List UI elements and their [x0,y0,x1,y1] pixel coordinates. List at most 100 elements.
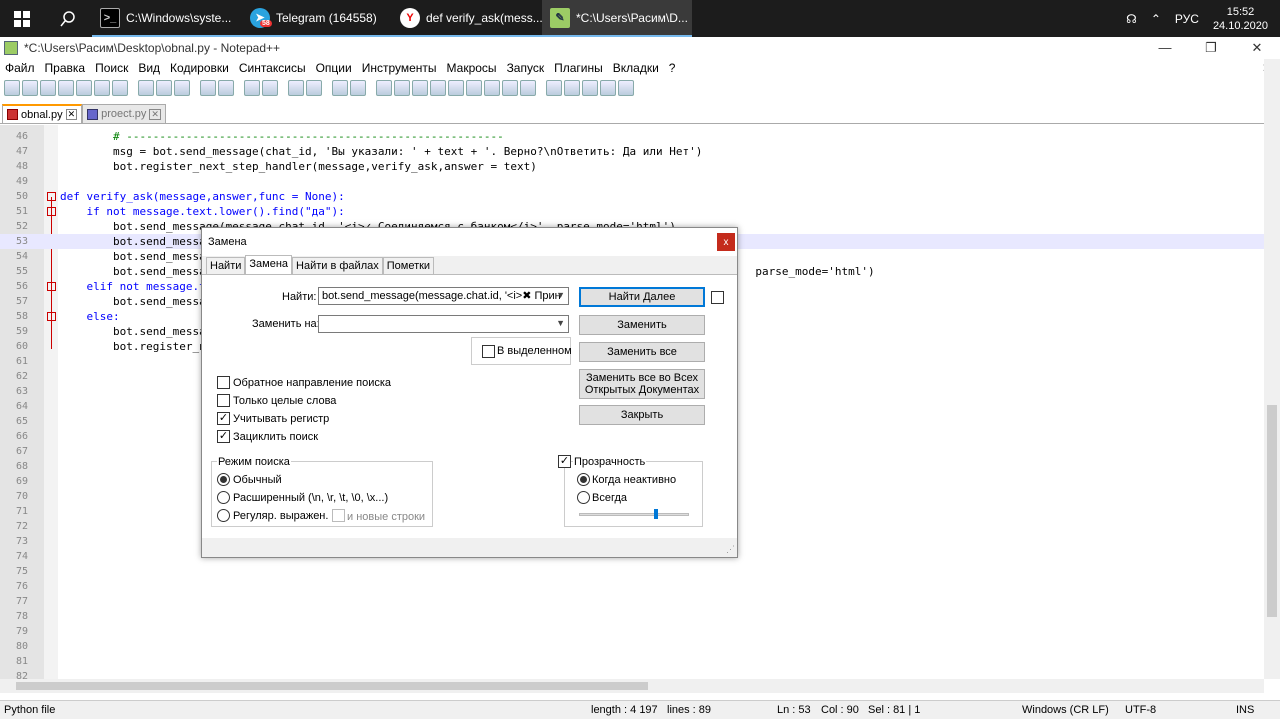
code-line[interactable]: 77 [0,594,1264,609]
vertical-scrollbar[interactable] [1264,59,1280,679]
menu-edit[interactable]: Правка [40,61,91,75]
monitoring-icon[interactable] [520,80,536,96]
language-indicator[interactable]: РУС [1175,12,1199,26]
menu-run[interactable]: Запуск [502,61,550,75]
person-icon[interactable]: ☊ [1126,12,1137,26]
taskbar-item-browser[interactable]: Y def verify_ask(mess... [392,0,542,37]
tab-find-in-files[interactable]: Найти в файлах [292,257,383,274]
menu-search[interactable]: Поиск [90,61,133,75]
doc-switcher-icon[interactable] [502,80,518,96]
code-line[interactable]: 49 [0,174,1264,189]
code-line[interactable]: 78 [0,609,1264,624]
start-button[interactable] [0,0,44,37]
close-window-button[interactable]: ✕ [1234,40,1280,56]
tab-mark[interactable]: Пометки [382,257,435,274]
word-wrap-icon[interactable] [376,80,392,96]
status-eol[interactable]: Windows (CR LF) [1022,704,1109,716]
menu-tools[interactable]: Инструменты [357,61,442,75]
zoom-out-icon[interactable] [306,80,322,96]
save-macro-icon[interactable] [618,80,634,96]
play-macro-icon[interactable] [582,80,598,96]
mode-regex-radio[interactable] [217,509,230,522]
when-inactive-radio[interactable] [577,473,590,486]
close-tab-button[interactable]: ✕ [65,109,78,120]
stop-macro-icon[interactable] [564,80,580,96]
code-line[interactable]: 51 if not message.text.lower().find("да"… [0,204,1264,219]
resize-grip-icon[interactable]: ⋰ [726,544,735,555]
code-line[interactable]: 50 def verify_ask(message,answer,func = N… [0,189,1264,204]
status-encoding[interactable]: UTF-8 [1125,704,1156,716]
menu-window[interactable]: Вкладки [608,61,664,75]
maximize-button[interactable]: ❐ [1188,40,1234,56]
backward-checkbox[interactable] [217,376,230,389]
open-file-icon[interactable] [22,80,38,96]
sync-vertical-icon[interactable] [332,80,348,96]
transparency-slider[interactable] [579,513,689,516]
sync-horizontal-icon[interactable] [350,80,366,96]
fold-toggle-icon[interactable] [47,312,56,321]
code-line[interactable]: 47 msg = bot.send_message(chat_id, 'Вы у… [0,144,1264,159]
tab-proect-py[interactable]: proect.py ✕ [82,104,166,123]
scrollbar-thumb[interactable] [1267,405,1277,617]
two-button-mode-checkbox[interactable] [711,291,724,304]
menu-plugins[interactable]: Плагины [549,61,608,75]
match-case-checkbox[interactable]: ✓ [217,412,230,425]
record-macro-icon[interactable] [546,80,562,96]
code-line[interactable]: 79 [0,624,1264,639]
tab-obnal-py[interactable]: obnal.py ✕ [2,104,83,123]
doc-map-icon[interactable] [448,80,464,96]
in-selection-checkbox[interactable] [482,345,495,358]
menu-view[interactable]: Вид [133,61,165,75]
chevron-down-icon[interactable]: ▼ [556,290,565,300]
redo-icon[interactable] [218,80,234,96]
tab-find[interactable]: Найти [206,257,246,274]
whole-word-checkbox[interactable] [217,394,230,407]
taskbar-item-telegram[interactable]: ➤ 58 Telegram (164558) [242,0,392,37]
code-line[interactable]: 75 [0,564,1264,579]
search-button[interactable] [44,0,92,37]
code-line[interactable]: 46 # -----------------------------------… [0,129,1264,144]
horizontal-scrollbar[interactable] [0,679,1264,693]
user-language-icon[interactable] [430,80,446,96]
close-file-icon[interactable] [76,80,92,96]
minimize-button[interactable]: — [1142,40,1188,56]
chevron-down-icon[interactable]: ▼ [556,318,565,328]
wrap-around-checkbox[interactable]: ✓ [217,430,230,443]
indent-guide-icon[interactable] [412,80,428,96]
code-line[interactable]: 81 [0,654,1264,669]
print-icon[interactable] [112,80,128,96]
tab-replace[interactable]: Замена [245,255,293,274]
replace-icon[interactable] [262,80,278,96]
menu-encoding[interactable]: Кодировки [165,61,234,75]
replace-button[interactable]: Заменить [579,315,705,335]
run-macro-multiple-icon[interactable] [600,80,616,96]
transparency-checkbox[interactable]: ✓ [558,455,571,468]
fold-toggle-icon[interactable] [47,207,56,216]
code-line[interactable]: 82 [0,669,1264,679]
code-line[interactable]: 48 bot.register_next_step_handler(messag… [0,159,1264,174]
show-all-chars-icon[interactable] [394,80,410,96]
find-icon[interactable] [244,80,260,96]
zoom-in-icon[interactable] [288,80,304,96]
clock[interactable]: 15:52 24.10.2020 [1213,5,1268,33]
folder-workspace-icon[interactable] [484,80,500,96]
always-radio[interactable] [577,491,590,504]
code-line[interactable]: 76 [0,579,1264,594]
close-dialog-button[interactable]: Закрыть [579,405,705,425]
chevron-up-icon[interactable]: ⌃ [1151,12,1161,26]
fold-toggle-icon[interactable] [47,192,56,201]
taskbar-item-cmd[interactable]: >_ C:\Windows\syste... [92,0,242,37]
paste-icon[interactable] [174,80,190,96]
code-line[interactable]: 80 [0,639,1264,654]
taskbar-item-notepadpp[interactable]: ✎ *C:\Users\Расим\D... [542,0,692,37]
scrollbar-thumb[interactable] [16,682,648,690]
replace-all-button[interactable]: Заменить все [579,342,705,362]
mode-extended-radio[interactable] [217,491,230,504]
find-input[interactable]: bot.send_message(message.chat.id, '<i>✖ … [318,287,569,305]
mode-normal-radio[interactable] [217,473,230,486]
new-file-icon[interactable] [4,80,20,96]
save-icon[interactable] [40,80,56,96]
close-all-icon[interactable] [94,80,110,96]
find-next-button[interactable]: Найти Далее [579,287,705,307]
dialog-close-button[interactable]: x [717,233,735,251]
